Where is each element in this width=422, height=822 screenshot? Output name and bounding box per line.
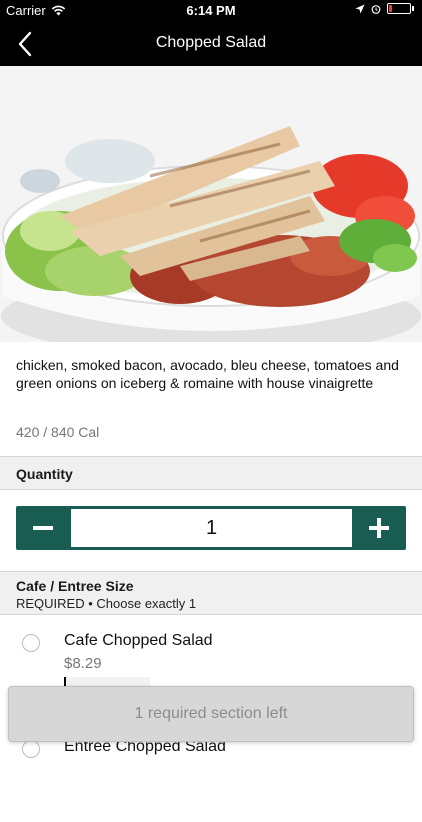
battery-cap xyxy=(412,6,414,11)
required-sections-button[interactable]: 1 required section left xyxy=(8,686,414,742)
quantity-increase-button[interactable] xyxy=(352,506,406,550)
salad-bowl-image xyxy=(0,66,422,342)
nav-bar: Chopped Salad xyxy=(0,22,422,66)
location-arrow-icon xyxy=(355,4,365,13)
radio-button[interactable] xyxy=(22,740,40,758)
radio-button[interactable] xyxy=(22,634,40,652)
size-section-header: Cafe / Entree Size REQUIRED • Choose exa… xyxy=(0,571,422,615)
status-bar: Carrier 6:14 PM xyxy=(0,0,422,22)
quantity-header-label: Quantity xyxy=(16,466,73,482)
quantity-section-header: Quantity xyxy=(0,456,422,490)
alarm-icon xyxy=(371,4,381,14)
page-title: Chopped Salad xyxy=(155,34,267,51)
item-photo xyxy=(0,66,422,342)
option-name: Cafe Chopped Salad xyxy=(64,632,213,649)
quantity-decrease-button[interactable] xyxy=(16,506,70,550)
item-description: chicken, smoked bacon, avocado, bleu che… xyxy=(16,357,399,391)
quantity-value[interactable]: 1 xyxy=(71,509,352,547)
size-section-title: Cafe / Entree Size xyxy=(16,578,134,594)
option-price: $8.29 xyxy=(64,655,102,672)
item-calories: 420 / 840 Cal xyxy=(16,424,100,440)
battery-icon xyxy=(387,3,411,14)
size-section-requirement: REQUIRED • Choose exactly 1 xyxy=(16,596,197,611)
quantity-stepper: 1 xyxy=(16,506,406,550)
status-right xyxy=(355,3,414,14)
